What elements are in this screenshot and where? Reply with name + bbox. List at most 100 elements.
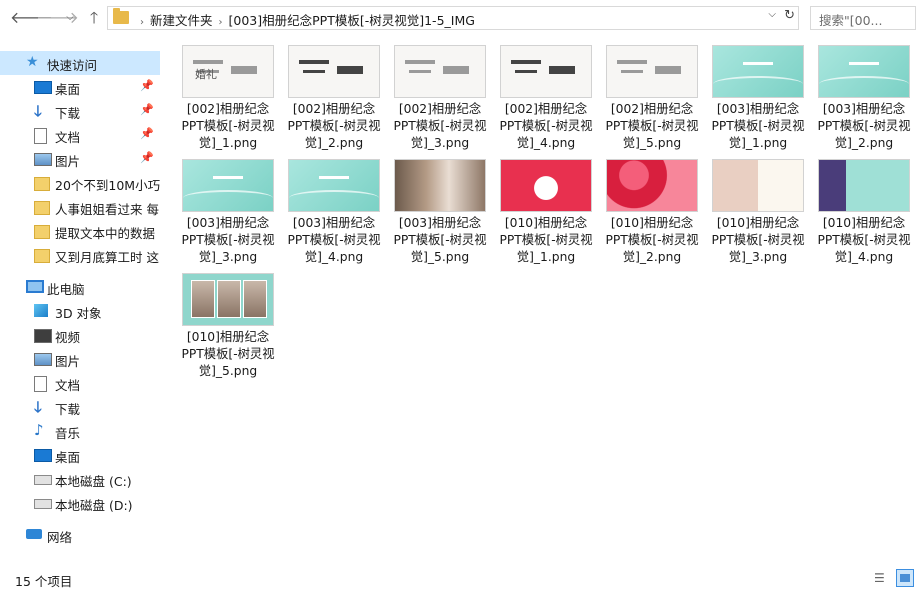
large-icons-view-icon[interactable] <box>896 569 914 587</box>
file-item[interactable]: [010]相册纪念PPT模板[-树灵视觉]_3.png <box>698 151 805 264</box>
file-name: [003]相册纪念PPT模板[-树灵视觉]_2.png <box>817 102 911 150</box>
sidebar-item-label: 提取文本中的数据 <box>55 226 156 241</box>
sidebar-item-pc-4[interactable]: 🡓 下载 <box>0 395 160 419</box>
file-item[interactable]: [002]相册纪念PPT模板[-树灵视觉]_5.png <box>592 37 699 150</box>
chevron-down-icon[interactable]: ⌵ <box>60 8 80 28</box>
sidebar-item-label: 图片 <box>55 354 81 369</box>
sidebar-item-label: 网络 <box>47 530 73 545</box>
file-item[interactable]: [002]相册纪念PPT模板[-树灵视觉]_2.png <box>274 37 381 150</box>
breadcrumb-item[interactable]: 新建文件夹 <box>150 13 213 28</box>
arrow-left-icon[interactable]: 🡐 <box>10 8 53 28</box>
file-thumbnail <box>288 159 380 212</box>
file-item[interactable]: [010]相册纪念PPT模板[-树灵视觉]_5.png <box>168 265 275 378</box>
pin-icon: 📌 <box>140 103 154 116</box>
sidebar-item-label: 文档 <box>55 130 81 145</box>
folder-icon <box>34 177 50 191</box>
file-name: [002]相册纪念PPT模板[-树灵视觉]_2.png <box>287 102 381 150</box>
file-item[interactable]: [003]相册纪念PPT模板[-树灵视觉]_3.png <box>168 151 275 264</box>
file-item[interactable]: [010]相册纪念PPT模板[-树灵视觉]_2.png <box>592 151 699 264</box>
file-thumbnail <box>182 273 274 326</box>
details-view-icon[interactable]: ☰ <box>874 571 890 585</box>
file-item[interactable]: [002]相册纪念PPT模板[-树灵视觉]_3.png <box>380 37 487 150</box>
search-input[interactable]: 搜索"[00... <box>810 6 916 30</box>
address-dropdown-icon[interactable]: ⌵ <box>768 9 776 20</box>
sidebar-item-pc-8[interactable]: 本地磁盘 (D:) <box>0 491 160 515</box>
file-item[interactable]: [010]相册纪念PPT模板[-树灵视觉]_1.png <box>486 151 593 264</box>
file-item[interactable]: [002]相册纪念PPT模板[-树灵视觉]_4.png <box>486 37 593 150</box>
file-thumbnail <box>606 45 698 98</box>
sidebar-item-label: 图片 <box>55 154 81 169</box>
sidebar-item-quick-3[interactable]: 图片 📌 <box>0 147 160 171</box>
sidebar-item-pc-1[interactable]: 视频 <box>0 323 160 347</box>
file-thumbnail <box>712 159 804 212</box>
thumbnail-text: 婚礼 <box>195 68 217 81</box>
file-thumbnail <box>712 45 804 98</box>
sidebar-item-label: 下载 <box>55 106 81 121</box>
file-item[interactable]: [003]相册纪念PPT模板[-树灵视觉]_1.png <box>698 37 805 150</box>
sidebar-item-label: 3D 对象 <box>55 306 102 321</box>
star-icon: ★ <box>26 54 39 70</box>
folder-icon <box>34 201 50 215</box>
file-name: [010]相册纪念PPT模板[-树灵视觉]_5.png <box>181 330 275 378</box>
disk-d-icon <box>34 499 52 509</box>
sidebar-item-pc-7[interactable]: 本地磁盘 (C:) <box>0 467 160 491</box>
file-item[interactable]: 婚礼 [002]相册纪念PPT模板[-树灵视觉]_1.png <box>168 37 275 150</box>
file-name: [003]相册纪念PPT模板[-树灵视觉]_5.png <box>393 216 487 264</box>
sidebar-item-label: 桌面 <box>55 450 81 465</box>
file-item[interactable]: [010]相册纪念PPT模板[-树灵视觉]_4.png <box>804 151 911 264</box>
sidebar-item-pc-6[interactable]: 桌面 <box>0 443 160 467</box>
sidebar-item-pc-5[interactable]: ♪ 音乐 <box>0 419 160 443</box>
file-item[interactable]: [003]相册纪念PPT模板[-树灵视觉]_2.png <box>804 37 911 150</box>
sidebar-item-quick-6[interactable]: 提取文本中的数据 <box>0 219 160 243</box>
computer-icon <box>26 280 44 293</box>
folder-icon <box>113 8 129 24</box>
sidebar-item-quick-7[interactable]: 又到月底算工时 这 <box>0 243 160 267</box>
3d-objects-icon <box>34 304 48 317</box>
sidebar-item-label: 本地磁盘 (C:) <box>55 474 132 489</box>
sidebar-item-label: 视频 <box>55 330 81 345</box>
document-icon <box>34 128 47 144</box>
pin-icon: 📌 <box>140 151 154 164</box>
address-bar[interactable]: › 新建文件夹 › [003]相册纪念PPT模板[-树灵视觉]1-5_IMG ⌵ ↻ <box>107 6 799 30</box>
file-name: [003]相册纪念PPT模板[-树灵视觉]_3.png <box>181 216 275 264</box>
sidebar-item-quick-4[interactable]: 20个不到10M小巧 <box>0 171 160 195</box>
sidebar-item-this-pc[interactable]: 此电脑 <box>0 275 160 299</box>
sidebar-item-quick-0[interactable]: 桌面 📌 <box>0 75 160 99</box>
file-name: [002]相册纪念PPT模板[-树灵视觉]_5.png <box>605 102 699 150</box>
sidebar-item-network[interactable]: 网络 <box>0 523 160 547</box>
sidebar-item-pc-0[interactable]: 3D 对象 <box>0 299 160 323</box>
file-thumbnail <box>818 45 910 98</box>
breadcrumb-separator: › <box>218 17 223 28</box>
sidebar-item-quick-2[interactable]: 文档 📌 <box>0 123 160 147</box>
file-name: [010]相册纪念PPT模板[-树灵视觉]_2.png <box>605 216 699 264</box>
file-thumbnail <box>288 45 380 98</box>
file-name: [002]相册纪念PPT模板[-树灵视觉]_3.png <box>393 102 487 150</box>
network-icon <box>26 529 42 539</box>
refresh-icon[interactable]: ↻ <box>784 8 795 23</box>
folder-icon <box>34 249 50 263</box>
file-name: [003]相册纪念PPT模板[-树灵视觉]_4.png <box>287 216 381 264</box>
arrow-right-icon[interactable]: 🡒 <box>36 8 79 28</box>
folder-icon <box>34 225 50 239</box>
sidebar-item-quick-5[interactable]: 人事姐姐看过来 每日 <box>0 195 160 219</box>
file-thumbnail <box>606 159 698 212</box>
status-bar: 15 个项目 ☰ <box>0 566 919 593</box>
sidebar-item-label: 人事姐姐看过来 每日 <box>55 202 160 217</box>
sidebar-item-label: 快速访问 <box>47 58 98 73</box>
sidebar-item-quick-1[interactable]: 🡓 下载 📌 <box>0 99 160 123</box>
file-item[interactable]: [003]相册纪念PPT模板[-树灵视觉]_5.png <box>380 151 487 264</box>
pin-icon: 📌 <box>140 127 154 140</box>
sidebar-item-label: 音乐 <box>55 426 81 441</box>
file-item[interactable]: [003]相册纪念PPT模板[-树灵视觉]_4.png <box>274 151 381 264</box>
arrow-up-icon[interactable]: 🡑 <box>84 8 104 28</box>
sidebar-item-pc-2[interactable]: 图片 <box>0 347 160 371</box>
disk-c-icon <box>34 475 52 485</box>
file-thumbnail: 婚礼 <box>182 45 274 98</box>
sidebar-item-label: 下载 <box>55 402 81 417</box>
pictures-icon <box>34 353 52 366</box>
sidebar-item-quick-access[interactable]: ★ 快速访问 <box>0 51 160 75</box>
music-icon: ♪ <box>34 421 44 439</box>
breadcrumb-item[interactable]: [003]相册纪念PPT模板[-树灵视觉]1-5_IMG <box>229 13 475 28</box>
sidebar-item-pc-3[interactable]: 文档 <box>0 371 160 395</box>
sidebar-item-label: 此电脑 <box>47 282 85 297</box>
